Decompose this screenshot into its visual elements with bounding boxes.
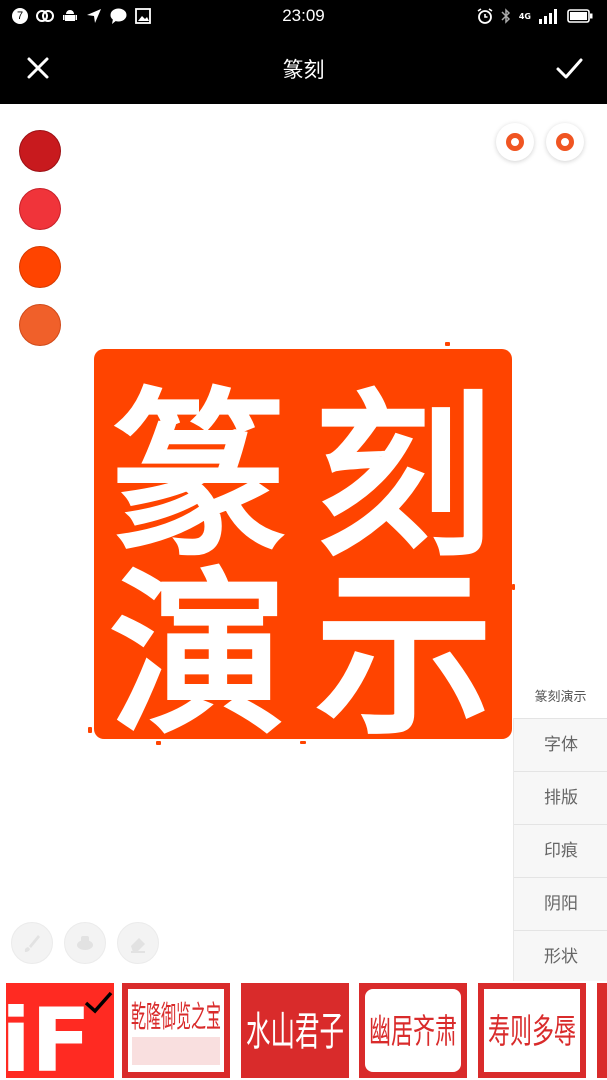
- template-seal-3-text: 水山君子: [246, 1009, 344, 1055]
- menu-item-layout[interactable]: 排版: [514, 771, 607, 824]
- template-seal-4-text: 幽居齐肃: [369, 1012, 457, 1052]
- battery-icon: [567, 9, 593, 23]
- seal-preview: 篆 刻 演 示: [94, 349, 512, 739]
- seal-character-1: 篆: [109, 374, 287, 581]
- template-seal-5[interactable]: 寿则多辱: [478, 983, 586, 1078]
- page-title: 篆刻: [282, 58, 325, 82]
- template-seal-4-art: 幽居齐肃: [365, 989, 461, 1072]
- template-seal-2[interactable]: 乾隆御览之宝: [122, 983, 230, 1078]
- ring-icon: [556, 133, 574, 151]
- template-seal-3[interactable]: 水山君子: [241, 983, 349, 1078]
- menu-item-imprint[interactable]: 印痕: [514, 824, 607, 877]
- smudge-icon: [77, 936, 93, 950]
- seal-speck: [156, 741, 161, 745]
- style-toggle-left[interactable]: [496, 123, 534, 161]
- color-swatch-orange-red[interactable]: [19, 246, 61, 288]
- template-seal-6-partial[interactable]: [597, 983, 607, 1078]
- signal-icon: [539, 9, 557, 24]
- style-toggle-right[interactable]: [546, 123, 584, 161]
- seal-speck: [445, 342, 450, 346]
- seal-svg: 篆 刻 演 示: [94, 349, 512, 739]
- smudge-tool-button[interactable]: [64, 922, 106, 964]
- color-swatch-orange[interactable]: [19, 304, 61, 346]
- seal-character-2: 刻: [315, 374, 493, 581]
- color-swatch-red[interactable]: [19, 188, 61, 230]
- check-icon: [556, 58, 583, 79]
- template-if[interactable]: iF: [6, 983, 114, 1078]
- seal-speck: [300, 741, 306, 744]
- template-seal-5-text: 寿则多辱: [488, 1012, 576, 1052]
- template-strip: iF 乾隆御览之宝 水山君子 幽居齐肃 寿则多辱: [0, 981, 607, 1080]
- status-bar-right: 4G: [477, 6, 593, 26]
- seal-speck: [88, 727, 92, 733]
- seal-speck: [512, 584, 515, 590]
- seal-character-4: 示: [315, 552, 493, 739]
- template-seal-5-art: 寿则多辱: [484, 989, 580, 1072]
- template-seal-3-art: 水山君子: [246, 1009, 344, 1055]
- ring-icon: [506, 133, 524, 151]
- template-if-text: iF: [6, 989, 91, 1078]
- template-if-art: iF: [6, 989, 113, 1078]
- bluetooth-icon: [501, 8, 510, 24]
- network-type-label: 4G: [518, 11, 531, 21]
- template-seal-2-text: 乾隆御览之宝: [131, 1000, 221, 1035]
- status-bar: 7 23:09 4G: [0, 0, 607, 32]
- eraser-tool-button[interactable]: [117, 922, 159, 964]
- eraser-icon: [131, 938, 145, 953]
- menu-item-shape[interactable]: 形状: [514, 930, 607, 983]
- settings-menu: 字体 排版 印痕 阴阳 形状: [513, 718, 607, 983]
- seal-character-3: 演: [109, 552, 287, 739]
- template-seal-2-art: 乾隆御览之宝: [128, 989, 224, 1072]
- app-bar: 篆刻: [0, 32, 607, 104]
- menu-item-yin-yang[interactable]: 阴阳: [514, 877, 607, 930]
- menu-item-font[interactable]: 字体: [514, 718, 607, 771]
- brush-icon: [24, 935, 40, 952]
- brush-tool-button[interactable]: [11, 922, 53, 964]
- color-swatch-dark-red[interactable]: [19, 130, 61, 172]
- confirm-button[interactable]: [549, 48, 589, 88]
- seal-text-preview-label: 篆刻演示: [534, 690, 587, 705]
- alarm-icon: [477, 8, 493, 24]
- template-seal-4[interactable]: 幽居齐肃: [359, 983, 467, 1078]
